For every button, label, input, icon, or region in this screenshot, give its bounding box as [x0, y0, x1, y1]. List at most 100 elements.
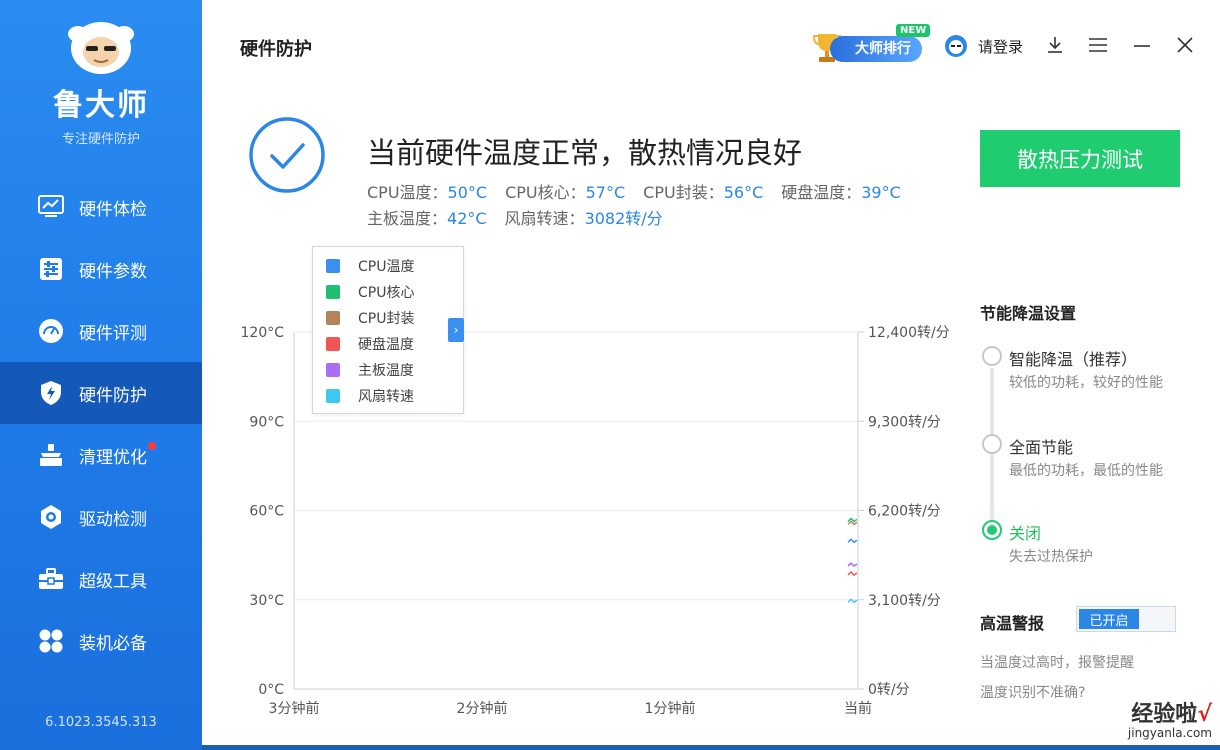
- download-icon: [1048, 37, 1062, 53]
- version-label: 6.1023.3545.313: [45, 715, 157, 730]
- y-left-tick-label: 30°C: [249, 593, 284, 609]
- app-name: 鲁大师: [53, 88, 149, 123]
- watermark-url: jingyanla.com: [1127, 726, 1212, 740]
- reading-label: 硬盘温度：: [781, 183, 862, 202]
- alarm-description: 当温度过高时，报警提醒: [980, 655, 1134, 671]
- reading-label: CPU核心：: [505, 183, 586, 202]
- login-label: 请登录: [978, 37, 1024, 56]
- radio-smart-cooling[interactable]: [982, 346, 1002, 366]
- sidebar-nav: 硬件体检 硬件参数 硬件评测 硬件防护 清理优化 驱动检测 超级工具 装机必备: [0, 176, 202, 672]
- legend-label: 风扇转速: [358, 389, 414, 405]
- legend-label: 主板温度: [358, 363, 414, 379]
- y-right-tick-label: 0转/分: [868, 682, 910, 698]
- monitor-chart-icon: [38, 194, 64, 220]
- apps-grid-icon: [38, 628, 64, 654]
- minimize-icon: [1134, 45, 1150, 47]
- new-badge: NEW: [896, 24, 931, 37]
- option-label: 全面节能: [1009, 438, 1074, 457]
- legend-item-cpu-core[interactable]: CPU核心: [313, 279, 463, 305]
- sidebar-item-label: 清理优化: [79, 441, 156, 468]
- login-button[interactable]: 请登录: [944, 34, 1023, 58]
- legend-item-fan-speed[interactable]: 风扇转速: [313, 383, 463, 409]
- chevron-right-icon: ›: [453, 323, 459, 337]
- legend-label: 硬盘温度: [358, 337, 414, 353]
- sidebar-item-hardware-check[interactable]: 硬件体检: [0, 176, 202, 238]
- y-right-tick-label: 6,200转/分: [868, 504, 941, 520]
- reading-label: CPU封装：: [643, 183, 724, 202]
- minimize-button[interactable]: [1131, 34, 1153, 56]
- sidebar-item-label: 驱动检测: [79, 509, 147, 530]
- reading-board-temp: 主板温度：42°C: [367, 206, 487, 232]
- watermark-text: 经验啦√: [1100, 696, 1212, 728]
- radio-off[interactable]: [982, 520, 1002, 540]
- hamburger-menu-icon: [1089, 38, 1107, 52]
- high-temp-alarm-title: 高温警报: [980, 614, 1045, 633]
- legend-collapse-button[interactable]: ›: [448, 318, 464, 342]
- watermark: 经验啦√ jingyanla.com: [1100, 696, 1212, 740]
- mascot-logo-icon: [64, 16, 138, 76]
- sidebar-item-hardware-params[interactable]: 硬件参数: [0, 238, 202, 300]
- y-left-tick-label: 60°C: [249, 504, 284, 520]
- close-button[interactable]: [1174, 34, 1196, 56]
- status-ok-check-icon: [248, 116, 326, 194]
- stress-test-button[interactable]: 散热压力测试: [980, 130, 1180, 187]
- option-desc: 较低的功耗，较好的性能: [1009, 375, 1163, 391]
- app-window: 鲁大师 专注硬件防护 硬件体检 硬件参数 硬件评测 硬件防护 清理优化 驱动检测…: [0, 0, 1220, 750]
- y-right-tick-label: 3,100转/分: [868, 593, 941, 609]
- sidebar: 鲁大师 专注硬件防护 硬件体检 硬件参数 硬件评测 硬件防护 清理优化 驱动检测…: [0, 0, 202, 750]
- legend-label: CPU封装: [358, 311, 415, 327]
- close-icon: [1177, 37, 1193, 53]
- y-right-tick-label: 9,300转/分: [868, 414, 941, 430]
- toolbox-icon: [38, 566, 64, 592]
- master-rank-button[interactable]: 大师排行 NEW: [812, 24, 931, 64]
- menu-button[interactable]: [1087, 34, 1109, 56]
- option-label: 关闭: [1009, 524, 1042, 543]
- sidebar-item-super-tools[interactable]: 超级工具: [0, 548, 202, 610]
- x-tick-label: 3分钟前: [269, 700, 320, 717]
- sidebar-item-label: 硬件防护: [79, 385, 147, 406]
- sliders-icon: [38, 256, 64, 282]
- sidebar-item-hardware-protection[interactable]: 硬件防护: [0, 362, 202, 424]
- y-left-tick-label: 0°C: [258, 682, 284, 698]
- sidebar-item-hardware-benchmark[interactable]: 硬件评测: [0, 300, 202, 362]
- legend-swatch: [326, 259, 340, 273]
- series-line: [847, 517, 858, 523]
- rank-label: 大师排行: [830, 36, 922, 62]
- chart-legend: CPU温度 CPU核心 CPU封装 硬盘温度 主板温度 风扇转速: [312, 246, 464, 414]
- legend-item-board-temp[interactable]: 主板温度: [313, 357, 463, 383]
- user-avatar-icon: [944, 34, 968, 58]
- shield-bolt-icon: [38, 380, 64, 406]
- y-left-tick-label: 90°C: [249, 414, 284, 430]
- series-line: [847, 538, 858, 544]
- legend-item-cpu-package[interactable]: CPU封装: [313, 305, 463, 331]
- option-desc: 失去过热保护: [1009, 549, 1093, 565]
- legend-item-cpu-temp[interactable]: CPU温度: [313, 253, 463, 279]
- main-panel: 硬件防护 大师排行 NEW 请登录 当前硬件温度正常，散热情况良好 CPU温度：…: [202, 0, 1220, 745]
- reading-disk-temp: 硬盘温度：39°C: [781, 180, 901, 206]
- radio-full-saving[interactable]: [982, 434, 1002, 454]
- y-left-tick-label: 120°C: [241, 325, 285, 341]
- reading-cpu-package: CPU封装：56°C: [643, 180, 763, 206]
- temp-inaccurate-link[interactable]: 温度识别不准确?: [980, 682, 1085, 702]
- logo: 鲁大师 专注硬件防护: [0, 16, 202, 147]
- legend-swatch: [326, 363, 340, 377]
- series-line: [847, 570, 858, 576]
- download-button[interactable]: [1044, 34, 1066, 56]
- watermark-label: 经验啦: [1131, 702, 1198, 727]
- reading-value: 57°C: [585, 183, 626, 202]
- sidebar-item-label: 装机必备: [79, 633, 147, 654]
- series-line: [847, 520, 858, 526]
- legend-item-disk-temp[interactable]: 硬盘温度: [313, 331, 463, 357]
- sidebar-item-clean-optimize[interactable]: 清理优化: [0, 424, 202, 486]
- high-temp-alarm-toggle[interactable]: 已开启: [1076, 606, 1176, 632]
- power-settings-title: 节能降温设置: [980, 304, 1077, 323]
- legend-label: CPU温度: [358, 259, 415, 275]
- legend-swatch: [326, 337, 340, 351]
- reading-value: 42°C: [447, 209, 487, 228]
- reading-value: 50°C: [447, 183, 488, 202]
- reading-value: 3082转/分: [584, 209, 663, 228]
- series-line: [847, 561, 858, 568]
- sidebar-item-essentials[interactable]: 装机必备: [0, 610, 202, 672]
- sidebar-item-driver-check[interactable]: 驱动检测: [0, 486, 202, 548]
- reading-fan-speed: 风扇转速：3082转/分: [505, 206, 663, 232]
